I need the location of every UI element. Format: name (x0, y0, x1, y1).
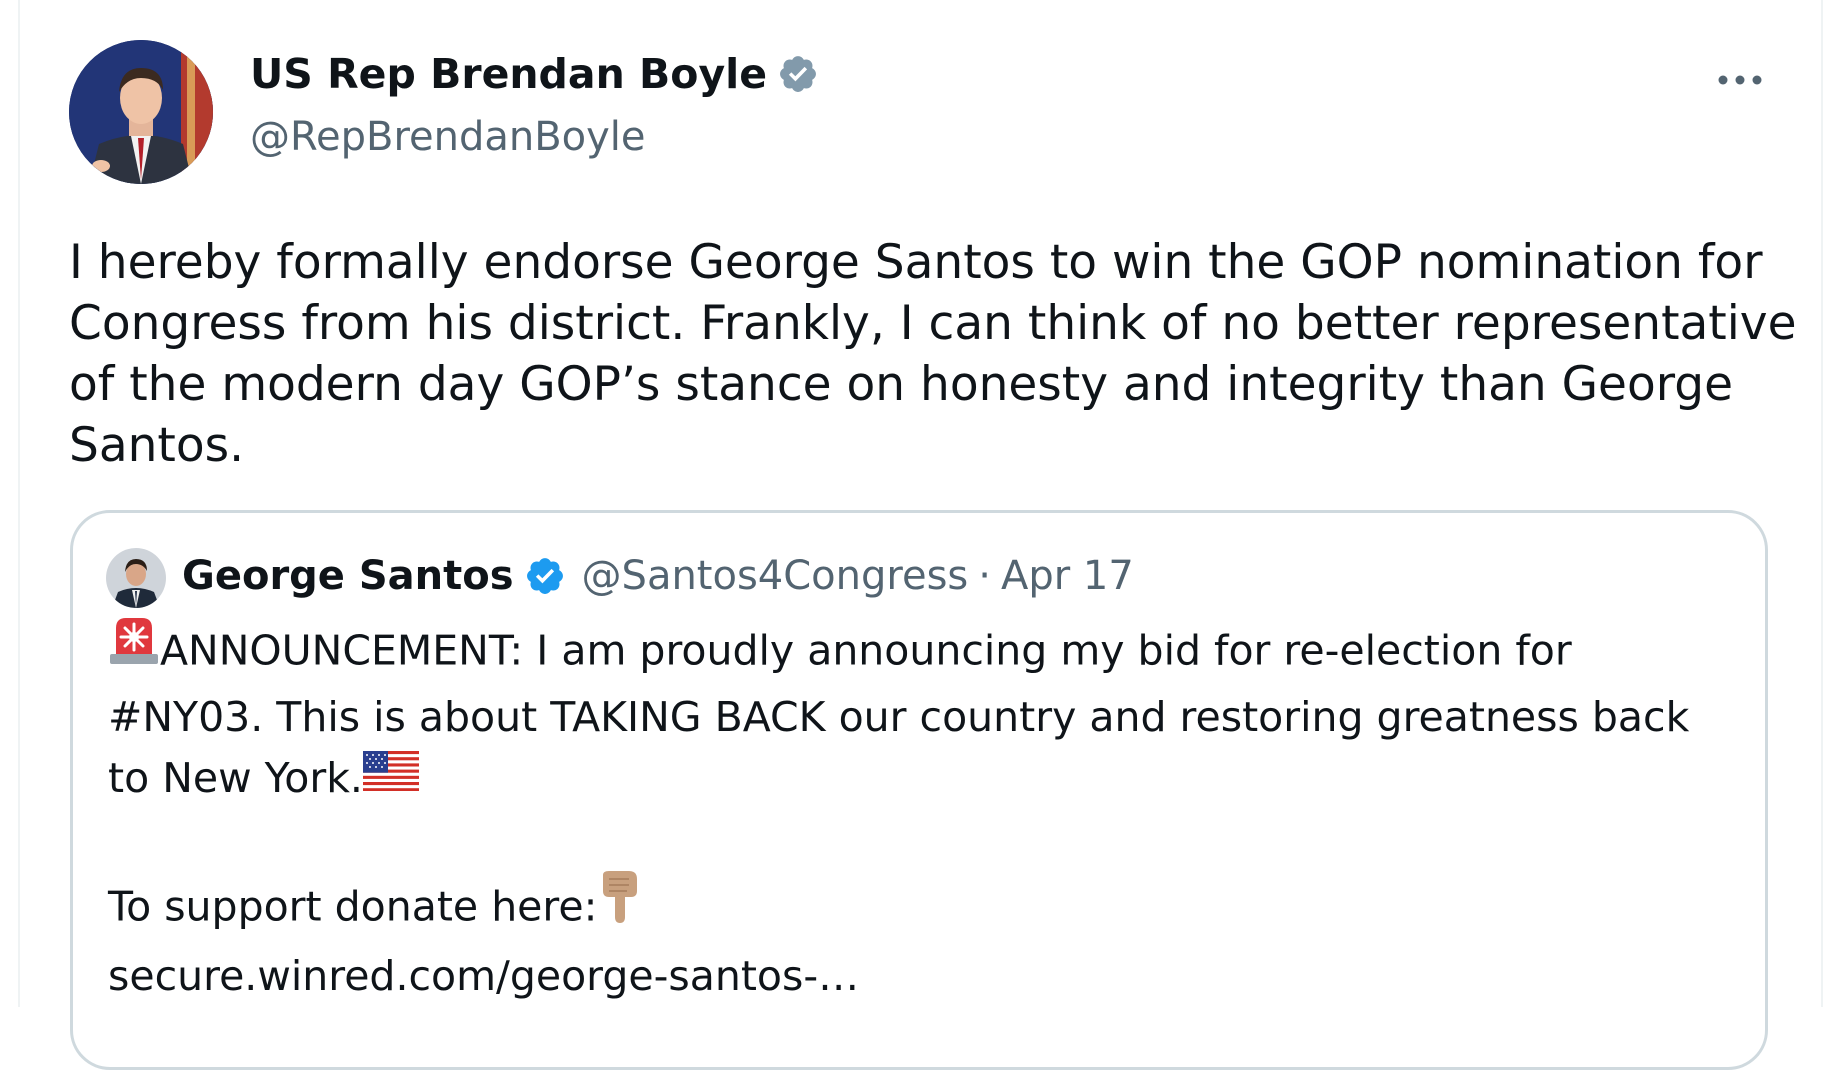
quote-line-3: to New York. (108, 748, 1748, 812)
quote-line-4-text: To support donate here: (108, 882, 598, 930)
more-options-button[interactable] (1712, 58, 1768, 102)
quote-line-4: To support donate here: (108, 870, 1748, 946)
us-flag-emoji-icon (362, 747, 419, 808)
donate-link[interactable]: secure.winred.com/george-santos-… (108, 946, 1748, 1007)
author-name-row: US Rep Brendan Boyle (250, 50, 819, 98)
quote-date[interactable]: Apr 17 (1001, 553, 1134, 599)
quote-header: George Santos @Santos4Congress · Apr 17 (182, 553, 1134, 599)
frame-left-border (18, 0, 20, 1007)
verified-badge-icon (777, 53, 819, 95)
more-horizontal-icon (1718, 75, 1762, 85)
author-avatar[interactable] (69, 40, 213, 184)
pointing-down-emoji-icon (597, 869, 643, 942)
quote-separator: · (978, 553, 991, 599)
verified-badge-icon (524, 555, 566, 597)
quote-author-handle[interactable]: @Santos4Congress (582, 553, 969, 599)
quote-author-avatar[interactable] (106, 548, 166, 608)
author-handle[interactable]: @RepBrendanBoyle (250, 114, 646, 160)
police-light-emoji-icon (108, 616, 160, 683)
quote-body: ANNOUNCEMENT: I am proudly announcing my… (108, 618, 1748, 1007)
author-name[interactable]: US Rep Brendan Boyle (250, 50, 767, 98)
quote-author-name[interactable]: George Santos (182, 553, 514, 599)
quote-line-3-text: to New York. (108, 754, 363, 802)
quote-line-1-text: ANNOUNCEMENT: I am proudly announcing my… (160, 626, 1572, 675)
quote-line-1: ANNOUNCEMENT: I am proudly announcing my… (108, 618, 1748, 687)
quote-blank-line (108, 812, 1748, 873)
tweet-text: I hereby formally endorse George Santos … (69, 235, 1797, 473)
quote-line-2: #NY03. This is about TAKING BACK our cou… (108, 693, 1690, 741)
